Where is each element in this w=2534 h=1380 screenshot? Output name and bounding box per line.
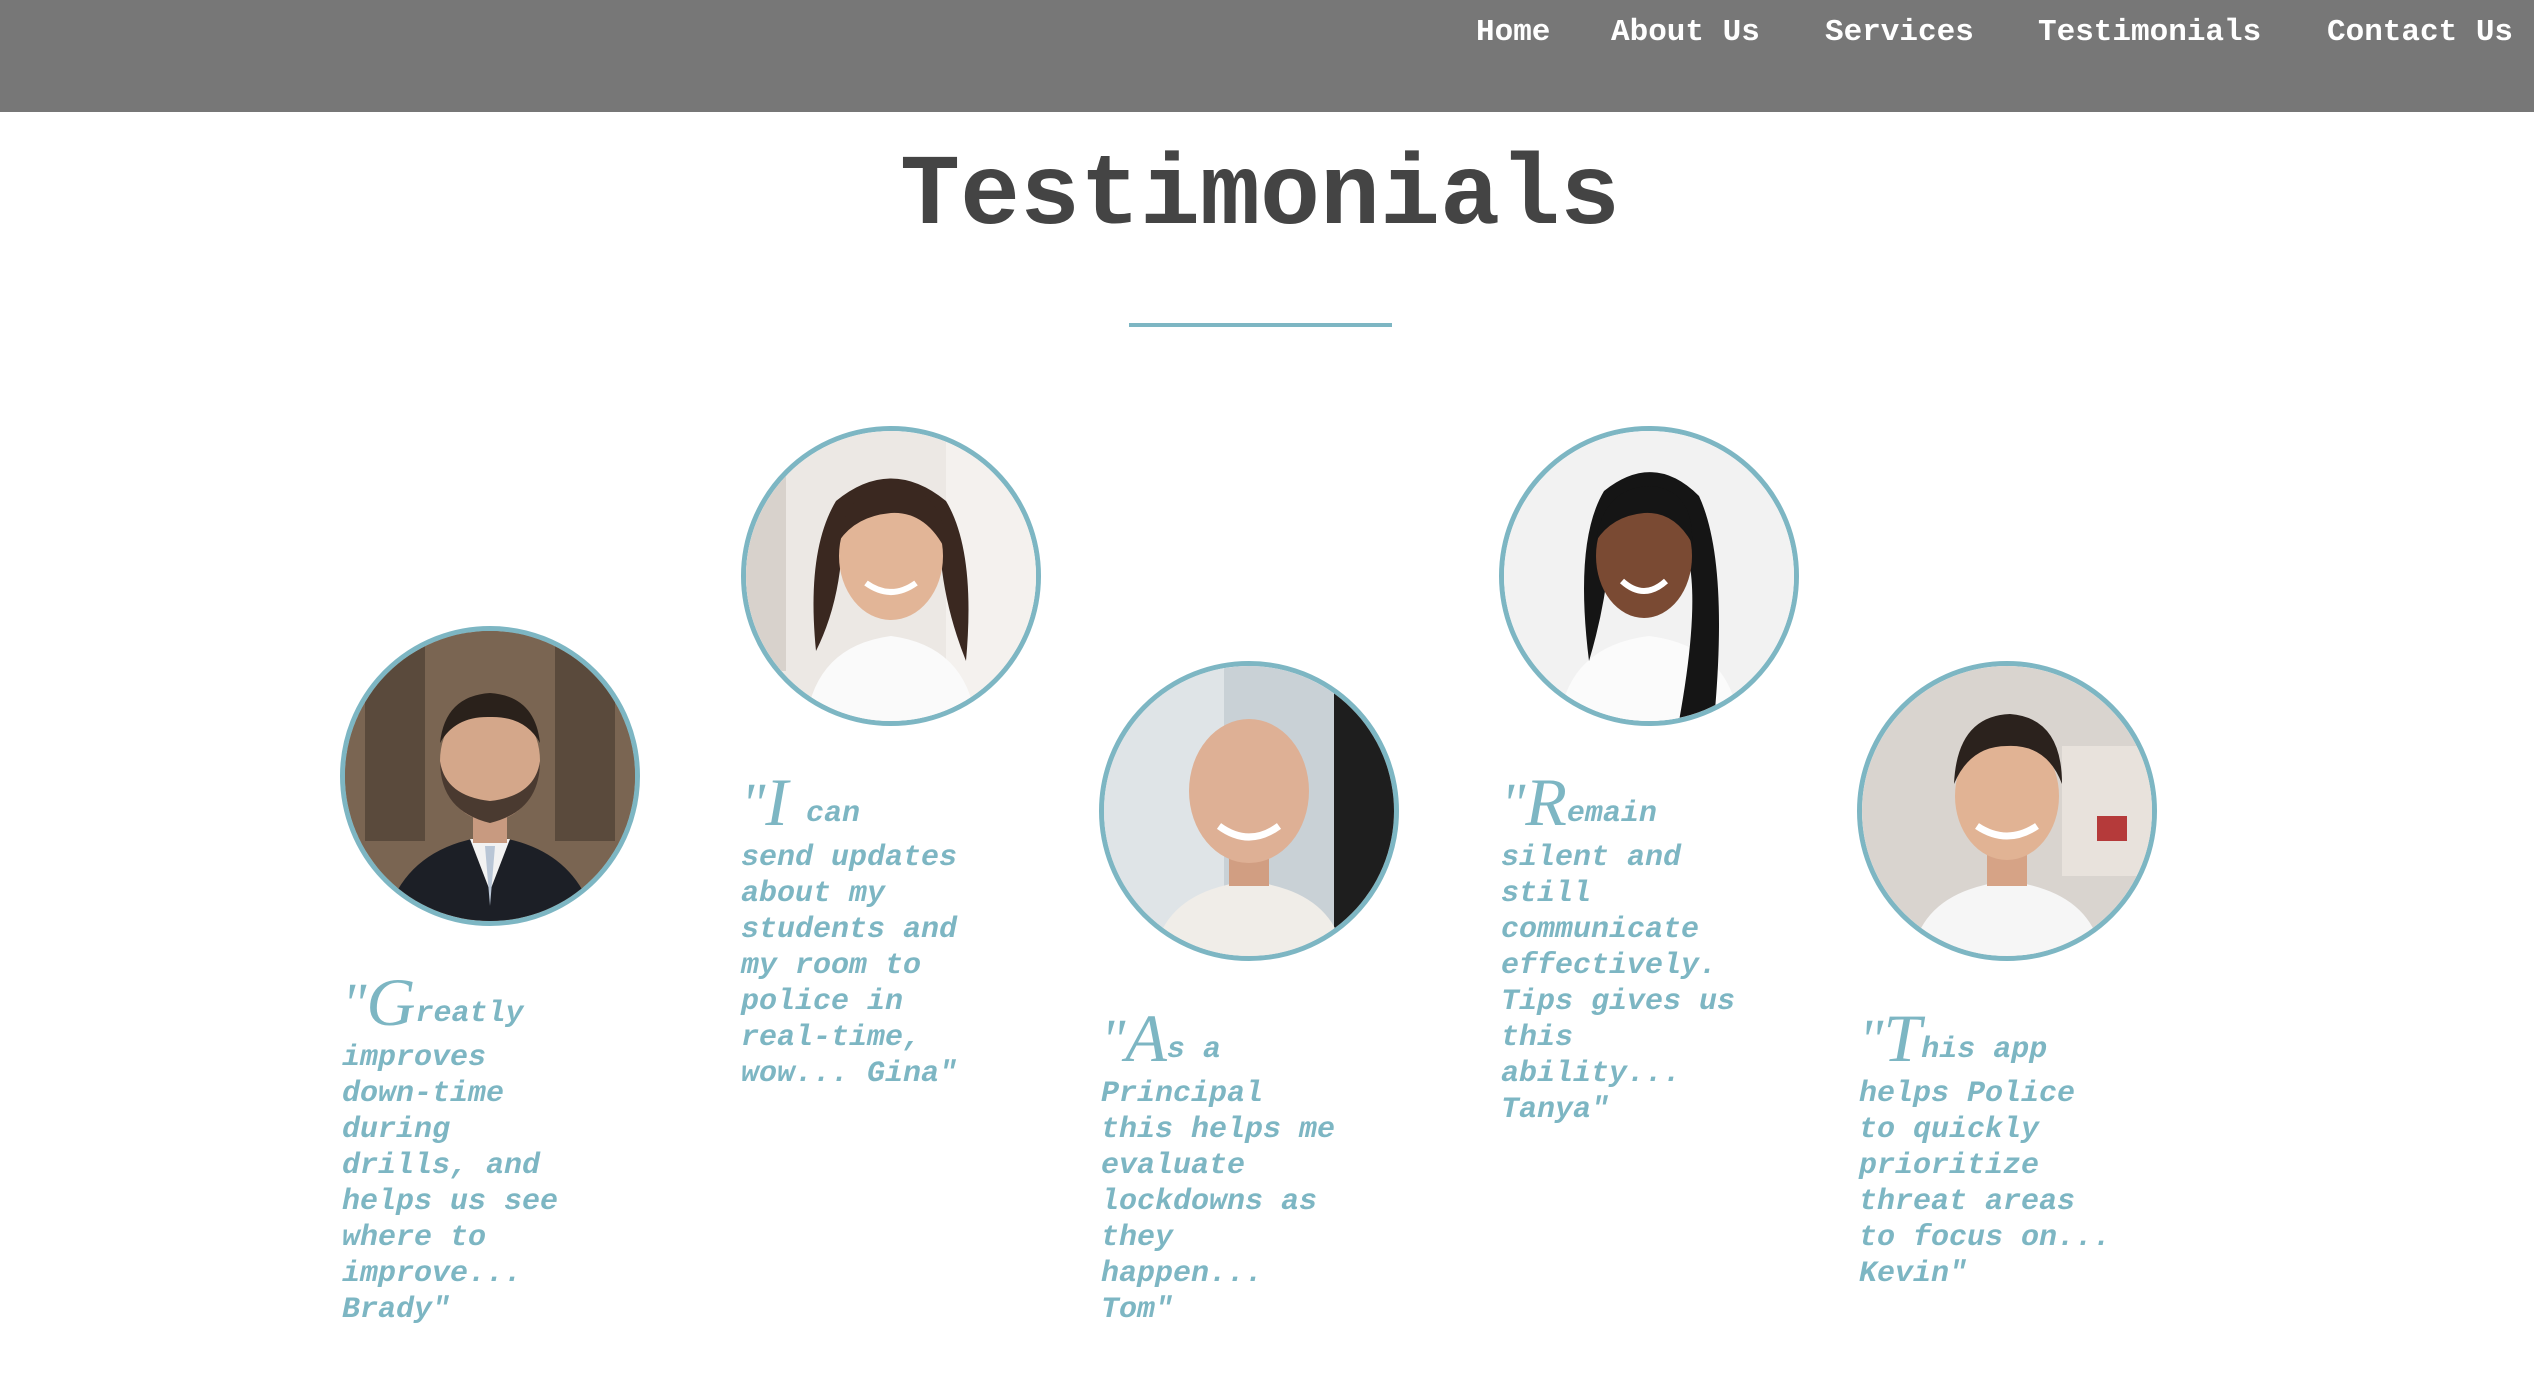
quote-lead: "As a xyxy=(1101,1004,1341,1076)
quote-initial: R xyxy=(1525,764,1567,840)
quote-initial: T xyxy=(1883,1000,1922,1076)
quote-body: silent and still communicate effectively… xyxy=(1501,841,1736,1127)
avatar-brady xyxy=(340,626,640,926)
quote-open-mark: " xyxy=(1859,1007,1884,1072)
quote-open-mark: " xyxy=(1101,1007,1126,1072)
avatar-tanya xyxy=(1499,426,1799,726)
quote-body: helps Police to quickly prioritize threa… xyxy=(1859,1077,2112,1291)
quote-lead-text: his app xyxy=(1921,1033,2048,1067)
top-navbar: Home About Us Services Testimonials Cont… xyxy=(0,0,2534,112)
nav-link-contact-us[interactable]: Contact Us xyxy=(2327,13,2513,53)
avatar-gina xyxy=(741,426,1041,726)
testimonial-quote-brady: "Greatly improves down-time during drill… xyxy=(342,968,582,1328)
quote-lead: "I can xyxy=(741,768,1001,840)
quote-lead-text: can xyxy=(788,797,861,831)
quote-body: improves down-time during drills, and he… xyxy=(342,1041,559,1327)
nav-link-testimonials[interactable]: Testimonials xyxy=(2038,13,2261,53)
quote-lead: "Greatly xyxy=(342,968,582,1040)
quote-lead-text: emain xyxy=(1566,797,1657,831)
quote-lead: "This app xyxy=(1859,1004,2119,1076)
quote-lead-text: reatly xyxy=(415,997,524,1031)
avatar-kevin-photo xyxy=(1862,666,2152,956)
quote-open-mark: " xyxy=(1501,771,1526,836)
quote-open-mark: " xyxy=(741,771,766,836)
nav-link-services[interactable]: Services xyxy=(1825,13,1974,53)
nav-link-home[interactable]: Home xyxy=(1476,13,1550,53)
quote-lead-text: s a xyxy=(1166,1033,1221,1067)
page-title: Testimonials xyxy=(899,141,1621,254)
avatar-tanya-photo xyxy=(1504,431,1794,721)
avatar-brady-photo xyxy=(345,631,635,921)
avatar-tom xyxy=(1099,661,1399,961)
quote-body: send updates about my students and my ro… xyxy=(741,841,958,1091)
testimonial-quote-tanya: "Remain silent and still communicate eff… xyxy=(1501,768,1761,1128)
quote-initial: I xyxy=(765,764,789,840)
testimonial-quote-kevin: "This app helps Police to quickly priori… xyxy=(1859,1004,2119,1292)
testimonial-quote-tom: "As a Principal this helps me evaluate l… xyxy=(1101,1004,1341,1328)
quote-initial: A xyxy=(1125,1000,1167,1076)
quote-body: Principal this helps me evaluate lockdow… xyxy=(1101,1077,1336,1327)
testimonial-quote-gina: "I can send updates about my students an… xyxy=(741,768,1001,1092)
quote-lead: "Remain xyxy=(1501,768,1761,840)
avatar-kevin xyxy=(1857,661,2157,961)
title-divider xyxy=(1129,323,1392,327)
quote-initial: G xyxy=(366,964,416,1040)
avatar-tom-photo xyxy=(1104,666,1394,956)
quote-open-mark: " xyxy=(342,971,367,1036)
nav-link-about-us[interactable]: About Us xyxy=(1611,13,1760,53)
avatar-gina-photo xyxy=(746,431,1036,721)
